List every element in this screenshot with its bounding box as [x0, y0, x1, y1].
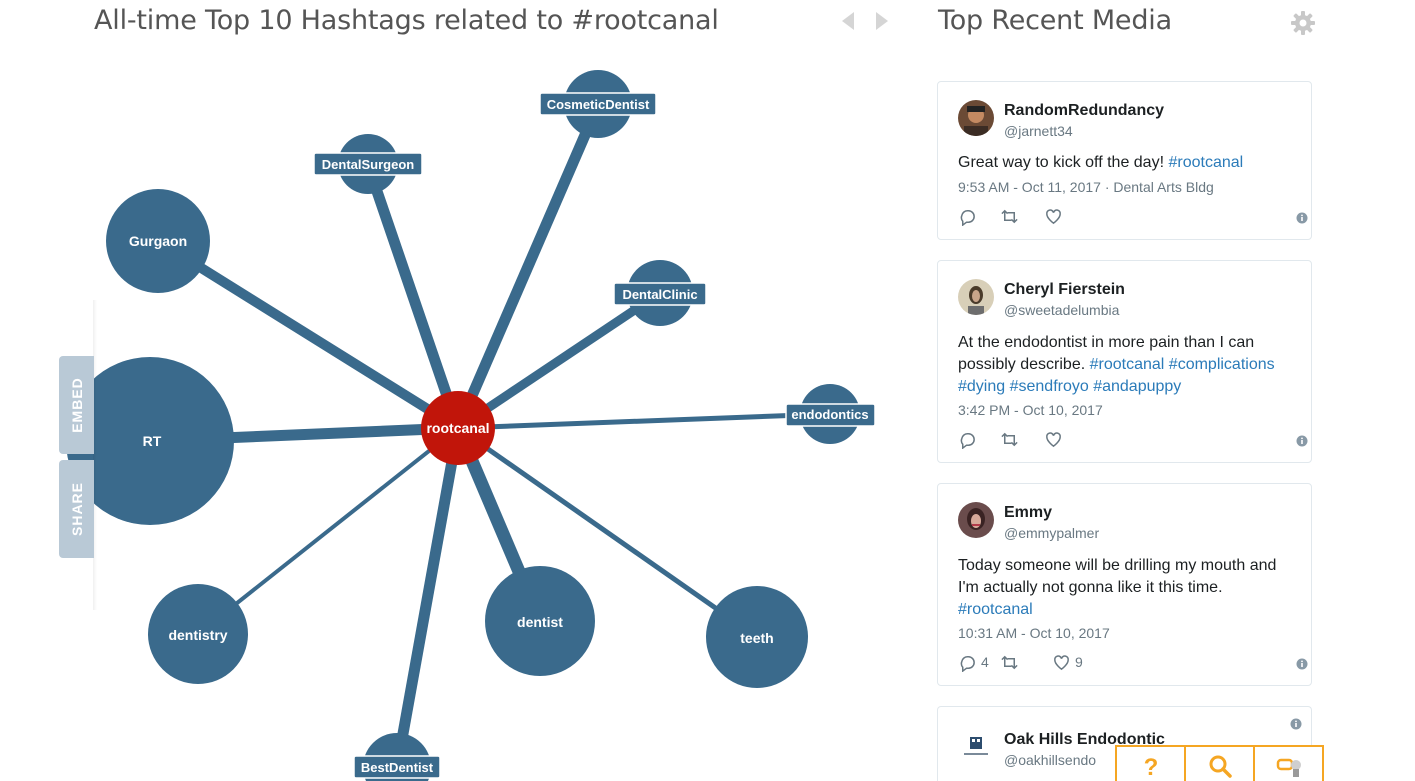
- tweet-card[interactable]: Cheryl Fierstein @sweetadelumbia At the …: [937, 260, 1312, 463]
- heart-icon: [1046, 431, 1061, 447]
- reply-button[interactable]: [958, 206, 981, 226]
- info-icon[interactable]: [1290, 717, 1302, 730]
- retweet-icon: [1001, 209, 1018, 223]
- heart-icon: [1046, 208, 1061, 224]
- tweet-timestamp[interactable]: 10:31 AM - Oct 10, 2017: [958, 625, 1110, 641]
- reply-count: 4: [981, 654, 989, 670]
- tweet-text: Today someone will be drilling my mouth …: [958, 557, 1277, 618]
- node-label-dentalsurgeon: DentalSurgeon: [322, 157, 415, 172]
- hashtag-link[interactable]: #rootcanal: [958, 601, 1033, 618]
- tweet-text: At the endodontist in more pain than I c…: [958, 334, 1275, 395]
- like-count: 9: [1075, 654, 1083, 670]
- tweet-text: Great way to kick off the day! #rootcana…: [958, 154, 1244, 171]
- retweet-button[interactable]: [1000, 652, 1023, 672]
- chart-title: All-time Top 10 Hashtags related to #roo…: [94, 5, 719, 36]
- tweet-card[interactable]: RandomRedundancy @jarnett34 Great way to…: [937, 81, 1312, 240]
- node-label-gurgaon: Gurgaon: [129, 233, 187, 249]
- info-icon[interactable]: [1296, 434, 1308, 447]
- share-tab[interactable]: SHARE: [59, 460, 94, 558]
- gear-icon[interactable]: [1290, 10, 1316, 36]
- chat-icon: [1276, 758, 1301, 777]
- tweet-author-handle[interactable]: @sweetadelumbia: [1004, 302, 1119, 318]
- help-button[interactable]: ?: [1117, 747, 1186, 781]
- node-label-rt: RT: [143, 433, 162, 449]
- node-label-dentist: dentist: [517, 614, 563, 630]
- tweet-author-handle[interactable]: @emmypalmer: [1004, 525, 1099, 541]
- bottom-toolbar: ?: [1115, 745, 1324, 781]
- embed-tab[interactable]: EMBED: [59, 356, 94, 454]
- tweet-author-name[interactable]: RandomRedundancy: [1004, 102, 1164, 120]
- like-button[interactable]: [1044, 429, 1067, 449]
- edge-bestdentist: [391, 427, 464, 768]
- tweet-timestamp[interactable]: 3:42 PM - Oct 10, 2017: [958, 402, 1103, 418]
- like-button[interactable]: [1044, 206, 1067, 226]
- tweet-author-handle[interactable]: @oakhillsendo: [1004, 752, 1096, 768]
- question-icon: ?: [1143, 754, 1158, 779]
- chat-button[interactable]: [1255, 747, 1322, 781]
- node-label-endodontics: endodontics: [791, 407, 868, 422]
- reply-icon: [960, 209, 975, 226]
- heart-icon: [1054, 654, 1069, 670]
- info-icon[interactable]: [1296, 211, 1308, 224]
- reply-button[interactable]: [958, 429, 981, 449]
- node-label-bestdentist: BestDentist: [361, 760, 434, 775]
- tweet-author-name[interactable]: Cheryl Fierstein: [1004, 281, 1125, 299]
- share-tab-label: SHARE: [68, 481, 85, 537]
- hashtag-network-graph: RT Gurgaon DentalSurgeon CosmeticDentist…: [66, 70, 876, 781]
- node-label-cosmeticdentist: CosmeticDentist: [547, 97, 650, 112]
- retweet-button[interactable]: [1000, 429, 1023, 449]
- svg-text:?: ?: [1143, 754, 1158, 779]
- tweet-card[interactable]: Emmy @emmypalmer Today someone will be d…: [937, 483, 1312, 686]
- retweet-icon: [1001, 655, 1018, 669]
- node-label-teeth: teeth: [740, 630, 773, 646]
- avatar[interactable]: [958, 729, 994, 765]
- reply-button[interactable]: 4: [958, 652, 989, 672]
- next-arrow-icon[interactable]: [872, 10, 892, 32]
- retweet-button[interactable]: [1000, 206, 1023, 226]
- tweet-author-handle[interactable]: @jarnett34: [1004, 123, 1073, 139]
- embed-tab-label: EMBED: [68, 377, 85, 433]
- avatar[interactable]: [958, 502, 994, 538]
- node-label-dentalclinic: DentalClinic: [622, 287, 697, 302]
- side-panel-edge: [93, 300, 97, 610]
- node-label-rootcanal: rootcanal: [426, 420, 489, 436]
- reply-icon: [960, 655, 975, 672]
- node-label-dentistry: dentistry: [168, 627, 227, 643]
- media-title: Top Recent Media: [938, 5, 1172, 36]
- info-icon[interactable]: [1296, 657, 1308, 670]
- edge-endodontics: [457, 411, 831, 431]
- search-icon: [1209, 755, 1232, 778]
- like-button[interactable]: 9: [1052, 652, 1083, 672]
- avatar[interactable]: [958, 279, 994, 315]
- hashtag-link[interactable]: #rootcanal: [1168, 154, 1243, 171]
- retweet-icon: [1001, 432, 1018, 446]
- tweet-timestamp[interactable]: 9:53 AM - Oct 11, 2017 · Dental Arts Bld…: [958, 179, 1214, 195]
- search-button[interactable]: [1186, 747, 1255, 781]
- previous-arrow-icon[interactable]: [838, 10, 858, 32]
- reply-icon: [960, 432, 975, 449]
- tweet-author-name[interactable]: Emmy: [1004, 504, 1052, 522]
- edge-dentalsurgeon: [362, 163, 464, 430]
- avatar[interactable]: [958, 100, 994, 136]
